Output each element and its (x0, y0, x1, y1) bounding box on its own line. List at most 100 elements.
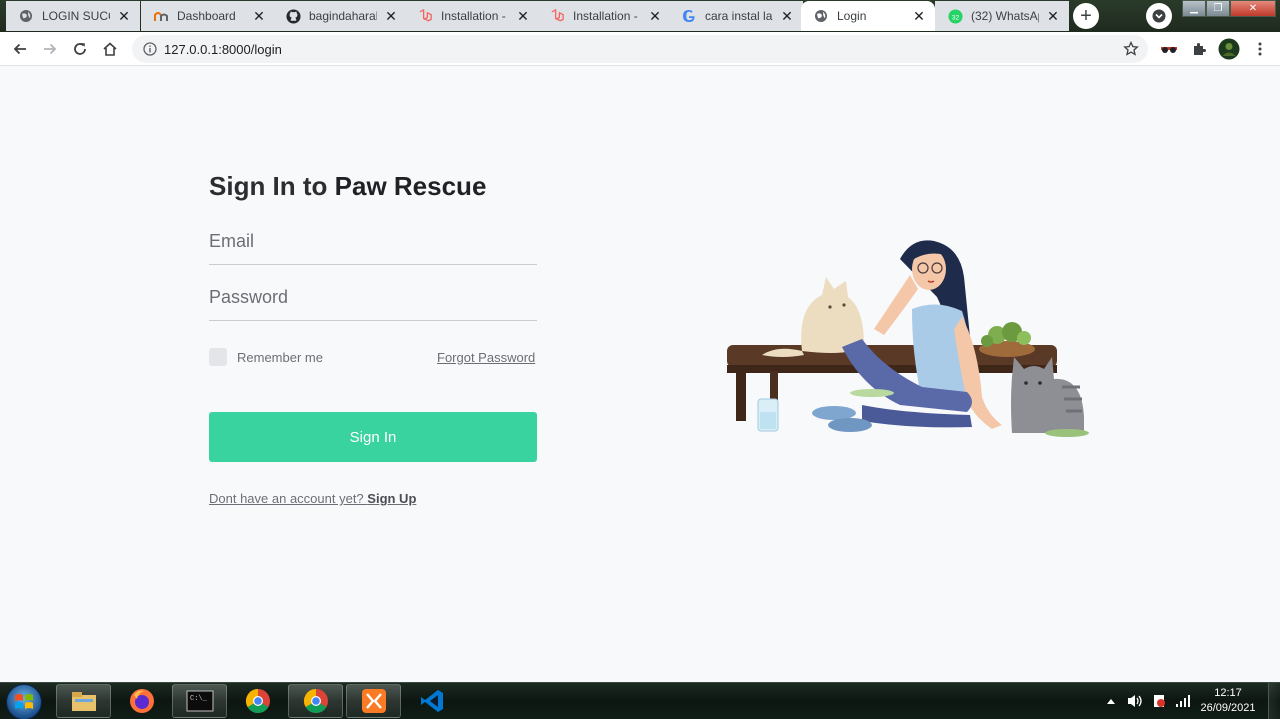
whatsapp-icon: 32 (947, 8, 963, 24)
tab-title: Installation - Laravel (573, 9, 641, 23)
grey-cat-illustration (1011, 357, 1089, 437)
browser-toolbar: 127.0.0.1:8000/login (0, 32, 1280, 66)
address-bar[interactable]: 127.0.0.1:8000/login (132, 35, 1148, 63)
forward-button[interactable] (38, 37, 62, 61)
arrow-left-icon (13, 43, 26, 55)
close-icon[interactable]: ✕ (911, 8, 927, 24)
sign-up-prompt-text: Dont have an account yet? (209, 491, 368, 506)
login-page: Sign In to Paw Rescue Remember me Forgot… (0, 67, 1280, 682)
start-button[interactable] (6, 684, 42, 719)
cmd-icon: C:\_ (186, 690, 213, 712)
info-icon[interactable] (142, 41, 158, 57)
taskbar-chrome[interactable] (230, 684, 285, 718)
svg-text:C:\_: C:\_ (190, 695, 208, 703)
tab-laravel-installation-2[interactable]: Installation - Laravel ✕ (537, 1, 671, 31)
close-icon[interactable]: ✕ (779, 8, 795, 24)
close-icon[interactable]: ✕ (116, 8, 132, 24)
tab-whatsapp[interactable]: 32 (32) WhatsApp ✕ (935, 1, 1069, 31)
windows-taskbar: C:\_ 12:17 26/09/2021 (0, 682, 1280, 719)
restore-button[interactable]: ❐ (1206, 0, 1230, 17)
tab-github[interactable]: bagindaharahap ✕ (273, 1, 407, 31)
remember-me-label: Remember me (237, 349, 323, 365)
laravel-icon (549, 8, 565, 24)
taskbar-firefox[interactable] (114, 684, 169, 718)
show-desktop-button[interactable] (1268, 683, 1280, 719)
tab-title: LOGIN SUCCESS (42, 9, 110, 23)
close-icon[interactable]: ✕ (383, 8, 399, 24)
github-icon (285, 8, 301, 24)
clock-time: 12:17 (1214, 687, 1242, 699)
incognito-extension-button[interactable] (1157, 37, 1181, 61)
glasses-icon (1161, 47, 1177, 53)
more-vertical-icon (1258, 42, 1262, 56)
xampp-icon (361, 689, 386, 713)
tab-login-active[interactable]: Login ✕ (801, 1, 935, 31)
tab-title: cara instal laravel (705, 9, 773, 23)
password-field-wrapper (209, 281, 537, 321)
extensions-button[interactable] (1187, 37, 1211, 61)
system-tray (1100, 683, 1196, 719)
taskbar-vscode[interactable] (404, 684, 459, 718)
clock-date: 26/09/2021 (1200, 702, 1256, 714)
network-signal-icon[interactable] (1172, 690, 1194, 712)
sign-in-button[interactable]: Sign In (209, 412, 537, 462)
laravel-icon (417, 8, 433, 24)
chevron-down-icon (1152, 9, 1166, 23)
close-icon[interactable]: ✕ (1045, 8, 1061, 24)
profile-avatar[interactable] (1217, 37, 1241, 61)
vscode-icon (420, 690, 443, 712)
tab-title: Dashboard (177, 9, 236, 23)
tab-title: Login (837, 9, 867, 23)
minimize-button[interactable]: ▁ (1182, 0, 1206, 17)
tab-laravel-installation-1[interactable]: Installation - Laravel ✕ (405, 1, 539, 31)
tab-dashboard[interactable]: Dashboard ✕ (141, 1, 275, 31)
new-tab-button[interactable]: + (1073, 3, 1099, 29)
brand-name: Paw Rescue (334, 171, 487, 201)
remember-me-checkbox[interactable] (209, 348, 227, 366)
tab-search-button[interactable] (1146, 3, 1172, 29)
whatsapp-badge: 32 (951, 14, 959, 21)
bookmark-star-icon[interactable] (1122, 40, 1140, 58)
chrome-icon (245, 689, 270, 714)
email-field-wrapper (209, 225, 537, 265)
window-controls: ▁ ❐ ✕ (1182, 0, 1276, 18)
google-icon (681, 8, 697, 24)
notification-flag-icon[interactable] (1148, 690, 1170, 712)
file-explorer-icon (71, 692, 96, 711)
sign-up-link[interactable]: Sign Up (367, 491, 416, 506)
firefox-icon (129, 689, 154, 713)
tab-title: bagindaharahap (309, 9, 377, 23)
email-field[interactable] (209, 225, 537, 264)
tab-google-search[interactable]: cara instal laravel ✕ (669, 1, 803, 31)
password-field[interactable] (209, 281, 537, 320)
arrow-right-icon (44, 43, 57, 55)
tray-overflow-icon[interactable] (1100, 690, 1122, 712)
close-icon[interactable]: ✕ (515, 8, 531, 24)
globe-icon (813, 8, 829, 24)
windows-logo-icon (15, 694, 33, 709)
forgot-password-link[interactable]: Forgot Password (437, 350, 535, 365)
browser-menu-button[interactable] (1248, 37, 1272, 61)
taskbar-file-explorer[interactable] (56, 684, 111, 718)
volume-icon[interactable] (1124, 690, 1146, 712)
reload-button[interactable] (68, 37, 92, 61)
close-icon[interactable]: ✕ (647, 8, 663, 24)
tab-title: Installation - Laravel (441, 9, 509, 23)
taskbar-xampp[interactable] (346, 684, 401, 718)
close-icon[interactable]: ✕ (251, 8, 267, 24)
reload-icon (74, 43, 86, 55)
plus-icon: + (1080, 4, 1092, 27)
globe-icon (18, 8, 34, 24)
url-text: 127.0.0.1:8000/login (164, 41, 282, 57)
taskbar-clock[interactable]: 12:17 26/09/2021 (1194, 686, 1262, 716)
avatar-icon (1218, 38, 1240, 60)
taskbar-command-prompt[interactable]: C:\_ (172, 684, 227, 718)
window-close-button[interactable]: ✕ (1230, 0, 1276, 17)
dashboard-favicon-icon (153, 8, 169, 24)
home-button[interactable] (98, 37, 122, 61)
back-button[interactable] (8, 37, 32, 61)
home-icon (103, 42, 117, 56)
taskbar-chrome-active[interactable] (288, 684, 343, 718)
chrome-icon (303, 689, 328, 714)
tab-login-success[interactable]: LOGIN SUCCESS ✕ (6, 1, 140, 31)
